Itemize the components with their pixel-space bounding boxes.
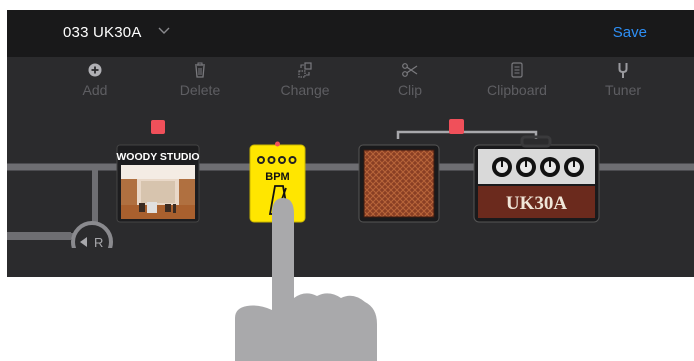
- amp-label-uk30a: UK30A: [506, 193, 568, 214]
- tuner-label: Tuner: [604, 82, 642, 98]
- save-button[interactable]: Save: [613, 24, 647, 41]
- trash-icon: [195, 62, 205, 78]
- clipboard-label: Clipboard: [487, 82, 547, 98]
- clip-button[interactable]: Clip: [370, 62, 450, 98]
- preset-name[interactable]: 033 UK30A: [63, 24, 142, 41]
- tuning-fork-icon: [618, 63, 628, 78]
- scissors-icon: [402, 63, 418, 77]
- group-bracket: [396, 130, 538, 139]
- add-label: Add: [82, 82, 108, 98]
- plus-circle-icon: [88, 63, 102, 77]
- selection-marker-group: [449, 119, 464, 134]
- top-bar: 033 UK30A Save: [7, 10, 694, 57]
- pointing-hand-icon: [235, 198, 377, 361]
- pedal-label-bpm: BPM: [265, 171, 289, 183]
- module-reverb-woody-studio[interactable]: WOODY STUDIO: [116, 144, 200, 223]
- clipboard-button[interactable]: Clipboard: [477, 62, 557, 98]
- tuner-button[interactable]: Tuner: [583, 62, 663, 98]
- add-button[interactable]: Add: [55, 62, 135, 98]
- change-button[interactable]: Change: [265, 62, 345, 98]
- change-label: Change: [280, 82, 330, 98]
- clip-label: Clip: [397, 82, 423, 98]
- module-label-woody-studio: WOODY STUDIO: [116, 151, 199, 163]
- change-icon: [298, 62, 312, 78]
- chevron-down-icon[interactable]: [157, 23, 171, 37]
- module-amp-uk30a[interactable]: UK30A: [473, 135, 600, 223]
- clipboard-icon: [511, 62, 523, 78]
- selection-marker-reverb: [151, 120, 165, 134]
- delete-label: Delete: [179, 82, 221, 98]
- delete-button[interactable]: Delete: [160, 62, 240, 98]
- return-label: R: [94, 235, 103, 248]
- return-node[interactable]: R: [71, 221, 113, 248]
